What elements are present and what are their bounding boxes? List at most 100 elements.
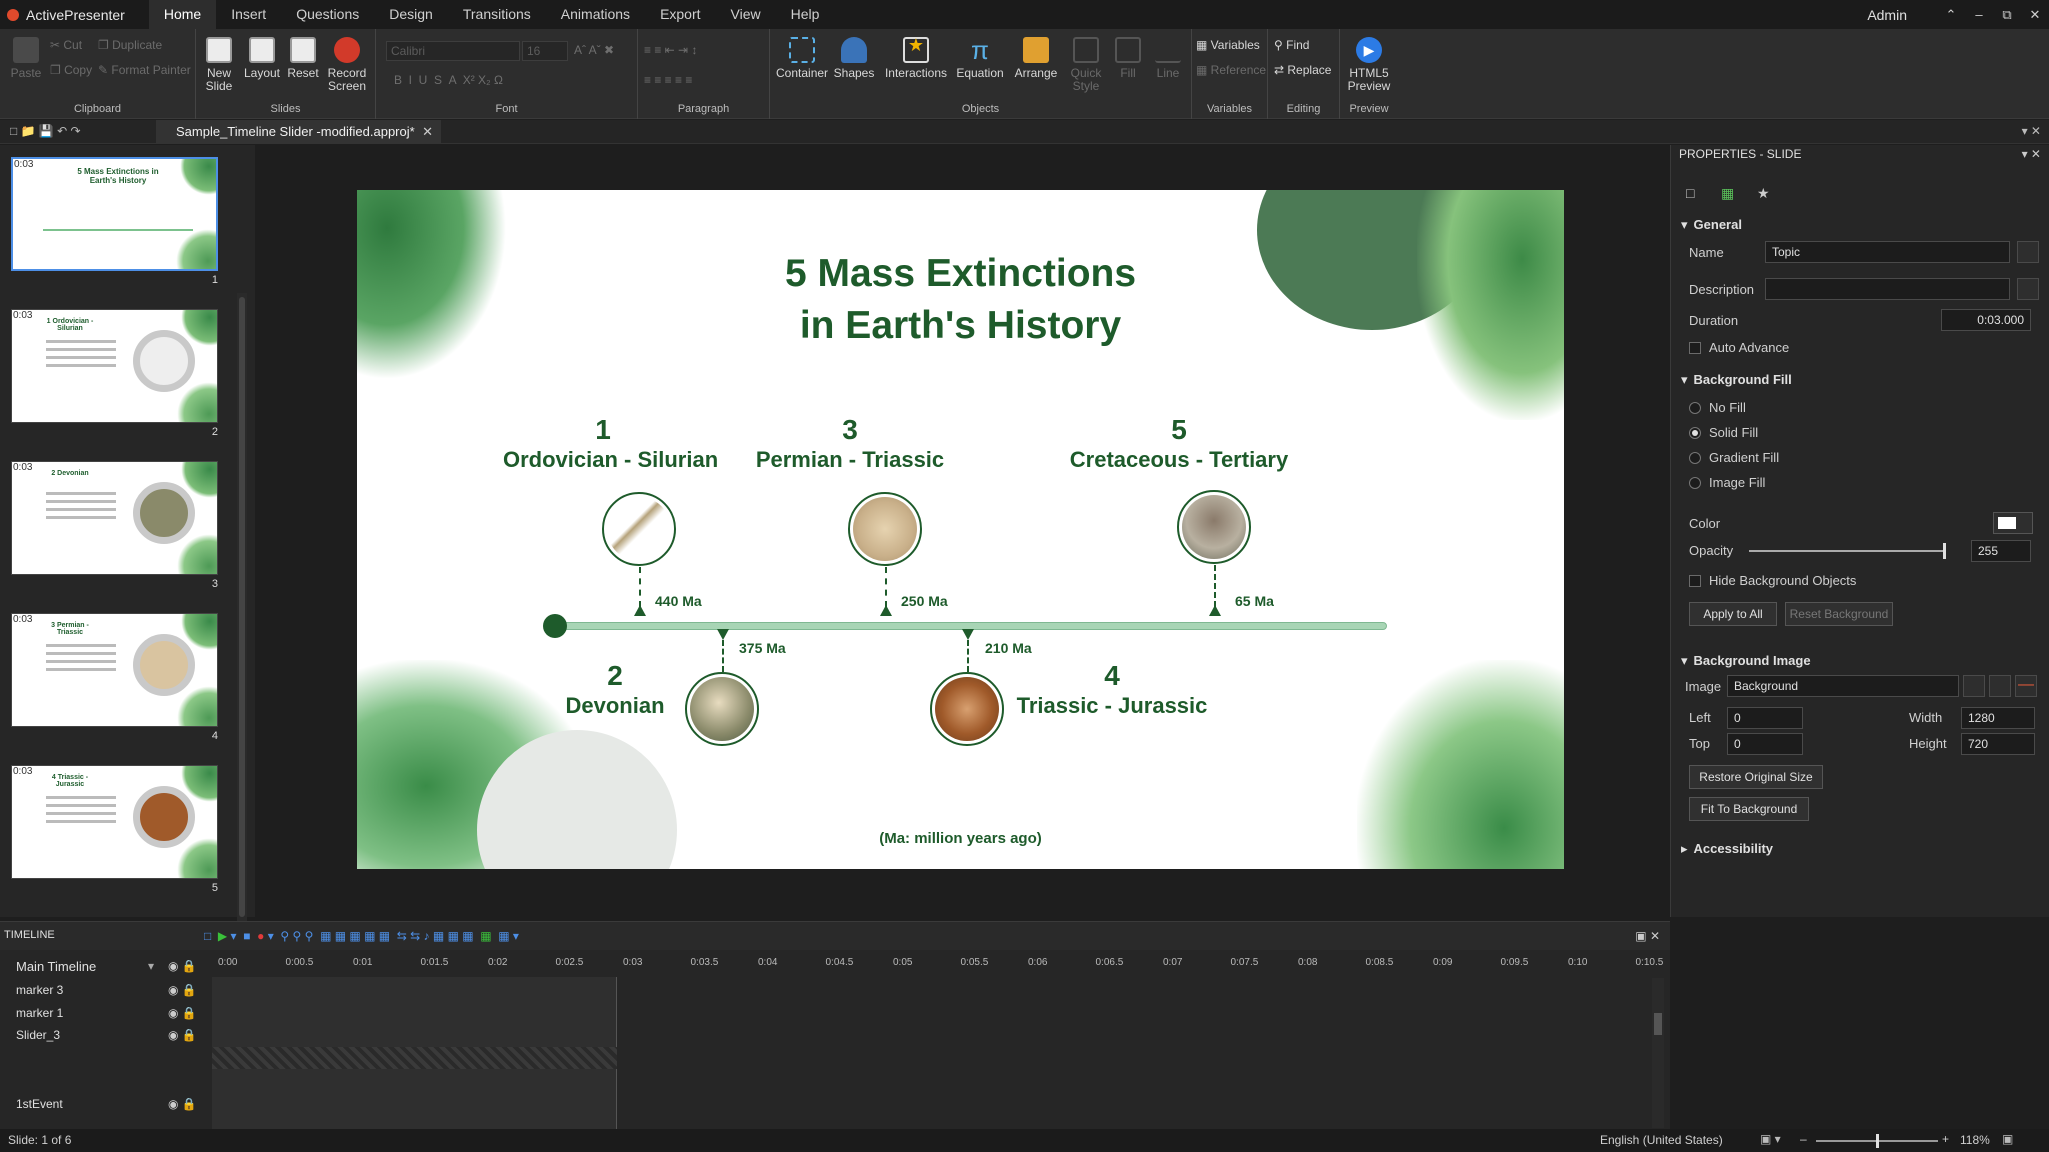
apply-to-all-button[interactable]: Apply to All [1689, 602, 1777, 626]
list-icons[interactable]: ≡ ≡ ⇤ ⇥ ↕ [644, 43, 697, 57]
variables-button[interactable]: ▦ Variables [1196, 38, 1260, 52]
format-painter-button[interactable]: ✎ Format Painter [98, 63, 191, 77]
duplicate-button[interactable]: ❐ Duplicate [98, 38, 162, 52]
fit-view-icon[interactable]: ▣ ▾ [1760, 1132, 1781, 1146]
new-slide-button[interactable]: New Slide [200, 37, 238, 93]
document-tab[interactable]: Sample_Timeline Slider -modified.approj*… [156, 120, 441, 144]
container-button[interactable]: Container [776, 37, 828, 80]
track-marker-1[interactable]: marker 1 [16, 1006, 63, 1020]
font-style-icons[interactable]: B I U S A X² X₂ Ω [394, 73, 503, 87]
name-edit-icon[interactable] [2017, 241, 2039, 263]
opacity-slider[interactable] [1749, 550, 1945, 552]
fill-button[interactable]: Fill [1110, 37, 1146, 80]
menu-design[interactable]: Design [374, 0, 448, 29]
menu-view[interactable]: View [716, 0, 776, 29]
left-input[interactable]: 0 [1727, 707, 1803, 729]
image-remove-icon[interactable]: — [2015, 675, 2037, 697]
menu-questions[interactable]: Questions [281, 0, 374, 29]
opacity-slider-thumb[interactable] [1943, 543, 1946, 559]
timeline-scrollbar[interactable] [1652, 978, 1664, 1128]
hide-background-objects-checkbox[interactable] [1689, 575, 1701, 587]
slide-thumbnail-4[interactable]: 0:03 3 Permian - Triassic 4 [11, 613, 218, 742]
menu-help[interactable]: Help [776, 0, 835, 29]
slide-properties-tab-icon[interactable]: □ [1686, 185, 1708, 207]
background-tab-icon[interactable]: ▦ [1721, 185, 1743, 207]
align-icons[interactable]: ≡ ≡ ≡ ≡ ≡ [644, 73, 692, 87]
replace-button[interactable]: ⇄ Replace [1274, 63, 1331, 77]
background-image-section-header[interactable]: Background Image [1681, 653, 1811, 669]
menu-animations[interactable]: Animations [546, 0, 645, 29]
no-fill-radio[interactable] [1689, 402, 1701, 414]
top-input[interactable]: 0 [1727, 733, 1803, 755]
layout-button[interactable]: Layout [242, 37, 282, 80]
quick-access-icons[interactable]: □ 📁 💾 ↶ ↷ [10, 124, 81, 138]
menu-transitions[interactable]: Transitions [448, 0, 546, 29]
cut-button[interactable]: ✂ Cut [50, 38, 82, 52]
reset-background-button[interactable]: Reset Background [1785, 602, 1893, 626]
gradient-fill-radio[interactable] [1689, 452, 1701, 464]
timeline-panel-controls-icon[interactable]: ▣ ✕ [1635, 929, 1660, 943]
track-1stevent-controls-icon[interactable]: ◉ 🔒 [168, 1097, 197, 1111]
opacity-input[interactable]: 255 [1971, 540, 2031, 562]
record-screen-button[interactable]: Record Screen [324, 37, 370, 93]
timeline-toolbar-icons[interactable]: □ ▶ ▾ ■ ● ▾ ⚲ ⚲ ⚲ ▦ ▦ ▦ ▦ ▦ ⇆ ⇆ ♪ ▦ ▦ ▦ … [204, 929, 519, 943]
font-size-controls-icon[interactable]: Aˆ Aˇ ✖ [574, 43, 614, 57]
slider-track-bar[interactable] [212, 1047, 617, 1069]
event-5-image[interactable] [1177, 490, 1251, 564]
track-slider-3[interactable]: Slider_3 [16, 1028, 60, 1042]
zoom-level[interactable]: 118% [1960, 1133, 1990, 1147]
solid-fill-radio[interactable] [1689, 427, 1701, 439]
properties-panel-controls-icon[interactable]: ▾ ✕ [2022, 147, 2041, 161]
image-browse-icon[interactable] [1963, 675, 1985, 697]
slide-canvas[interactable]: 5 Mass Extinctions in Earth's History 1 … [357, 190, 1564, 869]
reference-button[interactable]: ▦ Reference [1196, 63, 1266, 77]
general-section-header[interactable]: General [1681, 217, 1742, 233]
timeline-slider-handle[interactable] [543, 614, 567, 638]
visibility-lock-icons[interactable]: ◉ 🔒 [168, 959, 197, 973]
main-timeline-select[interactable]: Main Timeline [16, 959, 96, 974]
close-tab-icon[interactable]: ✕ [422, 120, 433, 144]
slide-thumbnail-2[interactable]: 0:03 1 Ordovician - Silurian 2 [11, 309, 218, 438]
event-3-image[interactable] [848, 492, 922, 566]
fit-window-icon[interactable]: ▣ [2002, 1132, 2013, 1146]
duration-input[interactable]: 0:03.000 [1941, 309, 2031, 331]
slide-thumbnail-3[interactable]: 0:03 2 Devonian 3 [11, 461, 218, 590]
close-icon[interactable]: ✕ [2021, 7, 2049, 23]
paste-button[interactable]: Paste [8, 37, 44, 80]
auto-advance-checkbox[interactable] [1689, 342, 1701, 354]
line-button[interactable]: Line [1150, 37, 1186, 80]
zoom-slider-thumb[interactable] [1876, 1134, 1879, 1148]
interactions-button[interactable]: ★ Interactions [884, 36, 948, 80]
image-fill-radio[interactable] [1689, 477, 1701, 489]
fit-to-background-button[interactable]: Fit To Background [1689, 797, 1809, 821]
zoom-in-icon[interactable]: + [1942, 1132, 1949, 1146]
background-fill-section-header[interactable]: Background Fill [1681, 372, 1792, 388]
event-1-image[interactable] [602, 492, 676, 566]
description-edit-icon[interactable] [2017, 278, 2039, 300]
find-button[interactable]: ⚲ Find [1274, 38, 1309, 52]
panel-controls-icon[interactable]: ▾ ✕ [2022, 124, 2041, 138]
restore-icon[interactable]: ⧉ [1993, 7, 2021, 23]
name-input[interactable]: Topic [1765, 241, 2010, 263]
font-size-select[interactable]: 16 [522, 41, 568, 61]
accessibility-section-header[interactable]: Accessibility [1681, 841, 1774, 857]
zoom-out-icon[interactable]: – [1800, 1132, 1807, 1146]
track-marker-3-controls-icon[interactable]: ◉ 🔒 [168, 983, 197, 997]
user-name[interactable]: Admin [1867, 7, 1907, 23]
width-input[interactable]: 1280 [1961, 707, 2035, 729]
description-input[interactable] [1765, 278, 2010, 300]
event-2-image[interactable] [685, 672, 759, 746]
minimize-icon[interactable]: – [1965, 7, 1993, 22]
restore-original-size-button[interactable]: Restore Original Size [1689, 765, 1823, 789]
color-picker[interactable] [1993, 512, 2033, 534]
quick-style-button[interactable]: Quick Style [1066, 37, 1106, 93]
interactivity-tab-icon[interactable]: ★ [1757, 185, 1779, 207]
main-timeline-dropdown-icon[interactable]: ▾ [148, 959, 154, 973]
shapes-button[interactable]: Shapes [832, 37, 876, 80]
reset-button[interactable]: Reset [286, 37, 320, 80]
slide-thumbnail-1[interactable]: 0:03 5 Mass Extinctions in Earth's Histo… [11, 157, 218, 286]
html5-preview-button[interactable]: ▶ HTML5 Preview [1344, 37, 1394, 93]
menu-export[interactable]: Export [645, 0, 715, 29]
slide-thumbnail-5[interactable]: 0:03 4 Triassic - Jurassic 5 [11, 765, 218, 894]
equation-button[interactable]: π Equation [952, 37, 1008, 80]
